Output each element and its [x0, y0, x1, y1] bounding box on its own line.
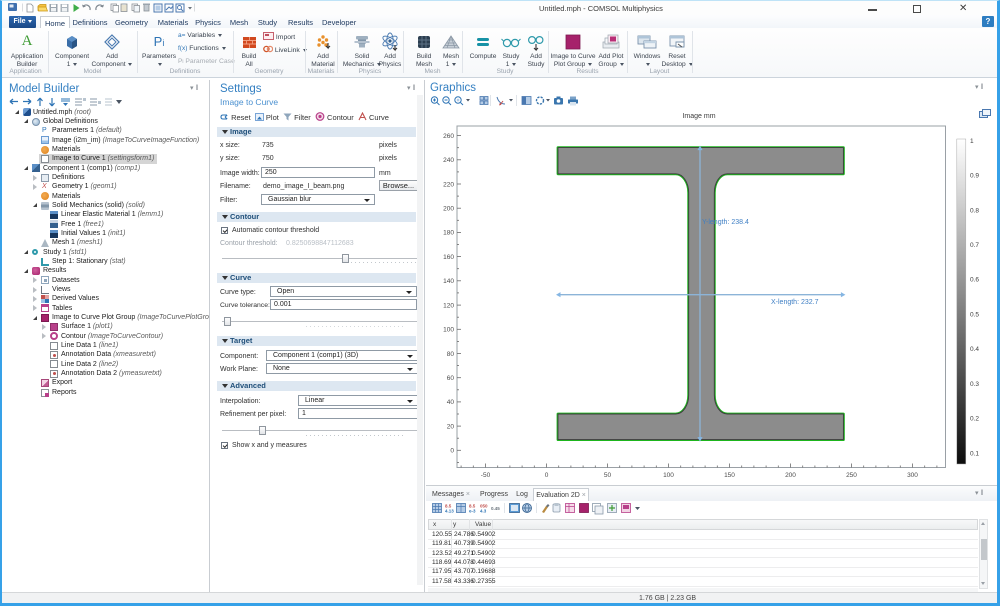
svg-text:200: 200	[785, 472, 796, 479]
svg-text:0: 0	[545, 472, 549, 479]
svg-text:0.8: 0.8	[970, 207, 979, 214]
svg-text:250: 250	[846, 472, 857, 479]
svg-text:300: 300	[907, 472, 918, 479]
svg-text:100: 100	[443, 327, 454, 334]
svg-text:Image mm: Image mm	[682, 113, 715, 120]
svg-text:180: 180	[443, 230, 454, 237]
svg-text:0.3: 0.3	[970, 381, 979, 388]
svg-text:0.5: 0.5	[970, 312, 979, 319]
svg-text:0.2: 0.2	[970, 416, 979, 423]
svg-text:4.13: 4.13	[445, 509, 454, 514]
svg-text:220: 220	[443, 181, 454, 188]
svg-text:20: 20	[447, 423, 455, 430]
svg-text:60: 60	[447, 375, 455, 382]
svg-text:0.45: 0.45	[491, 506, 500, 511]
svg-text:1: 1	[970, 138, 974, 145]
svg-text:100: 100	[663, 472, 674, 479]
svg-text:200: 200	[443, 206, 454, 213]
svg-text:0: 0	[450, 448, 454, 455]
svg-text:80: 80	[447, 351, 455, 358]
svg-text:0.6: 0.6	[970, 277, 979, 284]
svg-text:0.4: 0.4	[970, 346, 979, 353]
svg-text:240: 240	[443, 157, 454, 164]
svg-text:160: 160	[443, 254, 454, 261]
svg-text:0.1: 0.1	[970, 450, 979, 457]
svg-text:0.7: 0.7	[970, 242, 979, 249]
svg-text:X-length: 232.7: X-length: 232.7	[771, 299, 819, 306]
svg-text:150: 150	[724, 472, 735, 479]
svg-text:140: 140	[443, 278, 454, 285]
svg-text:e-3: e-3	[469, 509, 476, 514]
svg-text:0.9: 0.9	[970, 173, 979, 180]
svg-text:120: 120	[443, 302, 454, 309]
svg-text:260: 260	[443, 133, 454, 140]
svg-text:40: 40	[447, 399, 455, 406]
svg-text:Y-length: 238.4: Y-length: 238.4	[702, 219, 749, 226]
svg-text:50: 50	[604, 472, 612, 479]
svg-text:-50: -50	[481, 472, 491, 479]
svg-text:4.3: 4.3	[480, 509, 487, 514]
